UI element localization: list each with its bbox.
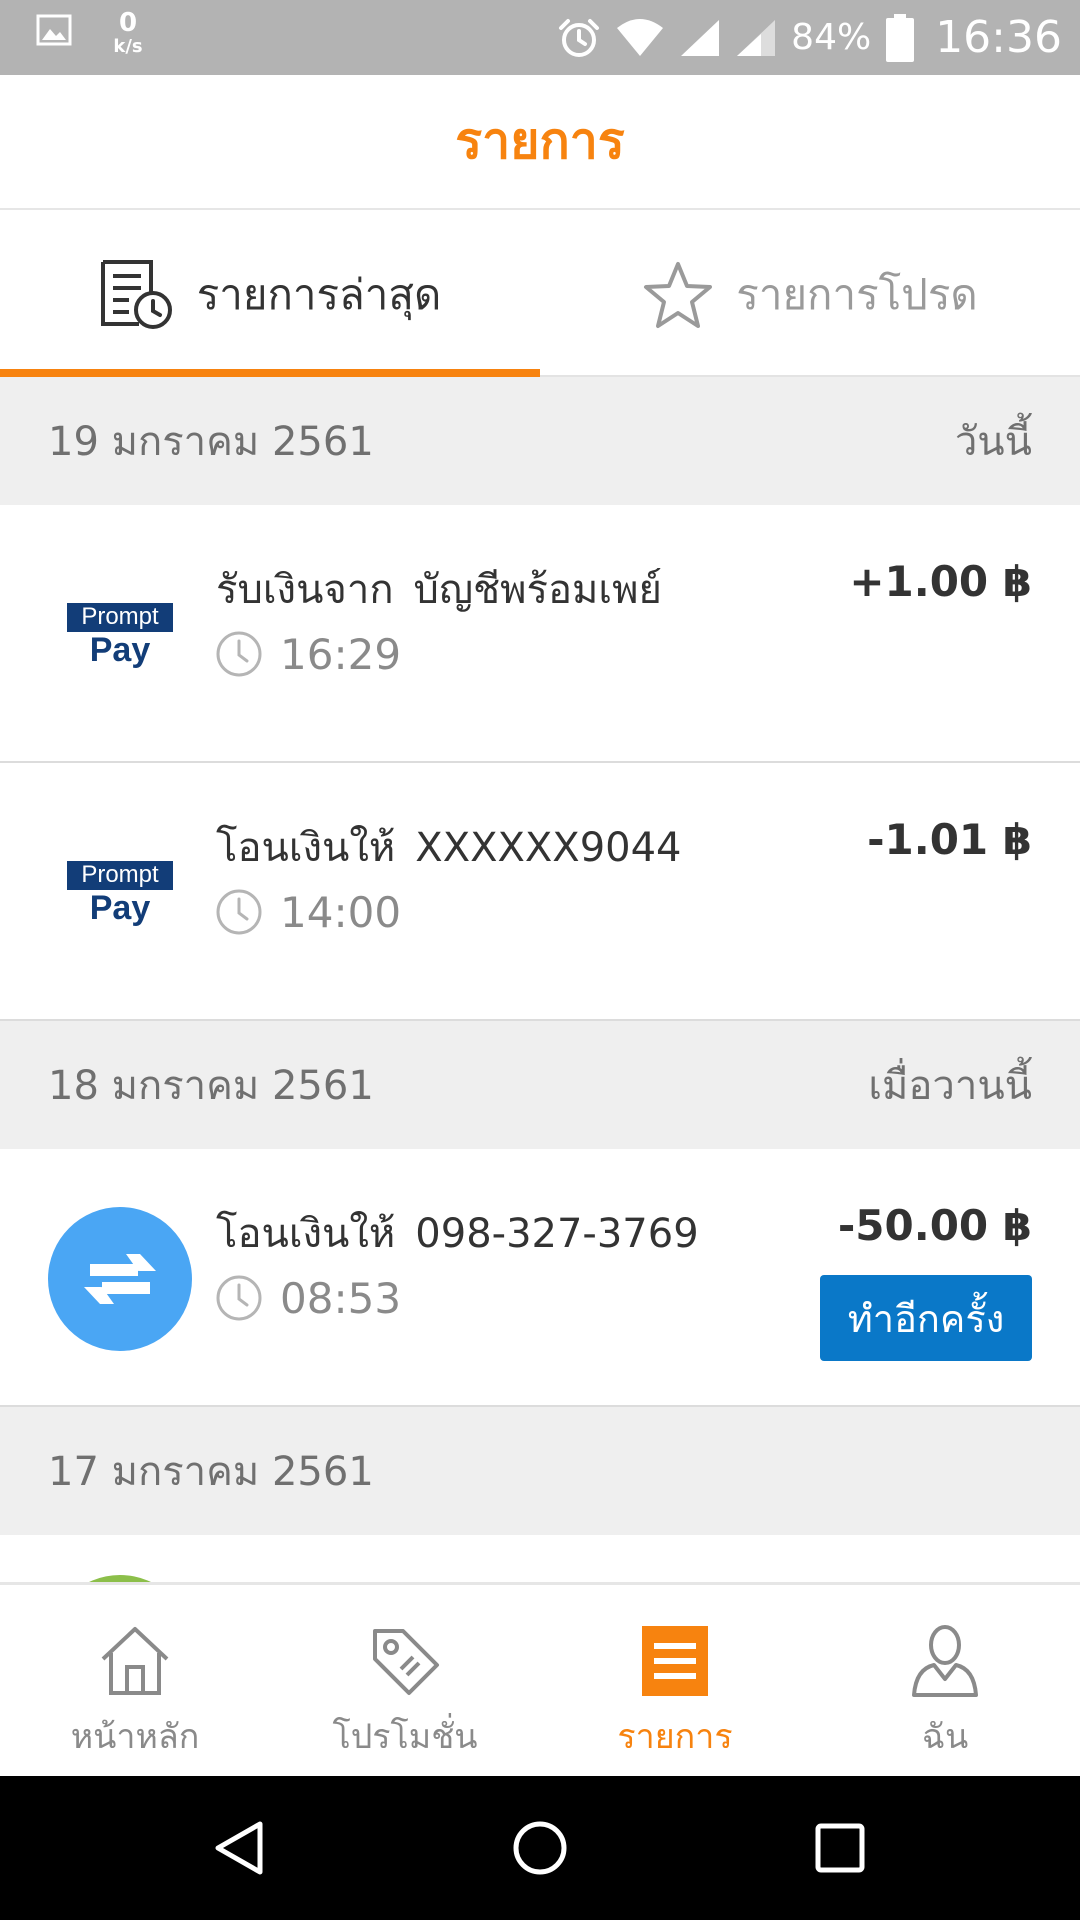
wifi-icon bbox=[617, 18, 664, 56]
transaction-logo-partial bbox=[48, 1575, 192, 1582]
transaction-action: รับเงินจาก bbox=[216, 567, 394, 613]
signal-icon-2 bbox=[737, 19, 776, 56]
transaction-row[interactable]: Prompt Pay โอนเงินให้ XXXXXX9044 14:00 -1… bbox=[0, 763, 1080, 1021]
nav-promotions-label: โปรโมชั่น bbox=[332, 1717, 478, 1757]
transfer-icon bbox=[84, 1254, 156, 1304]
nav-me-label: ฉัน bbox=[921, 1717, 969, 1757]
tab-favorites-label: รายการโปรด bbox=[736, 269, 978, 319]
transaction-amount: +1.00 ฿ bbox=[849, 557, 1032, 606]
clock-icon bbox=[216, 1275, 262, 1321]
transaction-time-text: 14:00 bbox=[280, 887, 402, 937]
tab-recent[interactable]: รายการล่าสุด bbox=[0, 212, 540, 377]
transaction-amount: -50.00 ฿ bbox=[837, 1201, 1032, 1250]
alarm-icon bbox=[559, 18, 600, 57]
transfer-logo bbox=[48, 1207, 192, 1351]
recents-button[interactable] bbox=[808, 1816, 872, 1880]
transaction-description: รับเงินจาก บัญชีพร้อมเพย์ bbox=[216, 557, 662, 621]
transaction-target: บัญชีพร้อมเพย์ bbox=[413, 567, 662, 613]
clock-icon bbox=[216, 889, 262, 935]
tab-bar: รายการล่าสุด รายการโปรด bbox=[0, 212, 1080, 377]
transaction-time: 16:29 bbox=[214, 629, 401, 679]
transaction-list[interactable]: 19 มกราคม 2561 วันนี้ Prompt Pay รับเงิน… bbox=[0, 377, 1080, 1582]
home-circle-icon bbox=[513, 1821, 567, 1875]
date-header: 18 มกราคม 2561 เมื่อวานนี้ bbox=[0, 1021, 1080, 1149]
promptpay-logo-bottom: Pay bbox=[89, 889, 151, 927]
tab-recent-label: รายการล่าสุด bbox=[196, 269, 442, 319]
signal-icon bbox=[681, 19, 720, 56]
transaction-description: โอนเงินให้ XXXXXX9044 bbox=[216, 815, 682, 879]
repeat-transaction-button[interactable]: ทำอีกครั้ง bbox=[820, 1275, 1032, 1361]
relative-date-label: เมื่อวานนี้ bbox=[868, 1063, 1032, 1109]
recents-square-icon bbox=[815, 1823, 865, 1873]
promptpay-logo: Prompt Pay bbox=[48, 821, 192, 965]
back-button[interactable] bbox=[208, 1816, 272, 1880]
transaction-time-text: 08:53 bbox=[280, 1273, 402, 1323]
transaction-action: โอนเงินให้ bbox=[216, 825, 396, 871]
status-bar: 0 k/s 84% 16:36 bbox=[0, 0, 1080, 75]
net-speed-unit: k/s bbox=[113, 36, 143, 57]
user-icon bbox=[912, 1625, 978, 1697]
promptpay-logo-top: Prompt bbox=[67, 861, 173, 890]
receipt-clock-icon bbox=[100, 259, 172, 329]
transaction-row-partial[interactable] bbox=[0, 1535, 1080, 1582]
transaction-row[interactable]: โอนเงินให้ 098-327-3769 08:53 -50.00 ฿ ทำ… bbox=[0, 1149, 1080, 1407]
page-title: รายการ bbox=[455, 112, 625, 170]
list-icon bbox=[642, 1626, 708, 1696]
battery-percentage: 84% bbox=[791, 17, 872, 58]
date-label: 19 มกราคม 2561 bbox=[48, 419, 374, 465]
nav-transactions-label: รายการ bbox=[617, 1717, 733, 1757]
bottom-navigation: หน้าหลัก โปรโมชั่น รายการ ฉัน bbox=[0, 1582, 1080, 1776]
home-icon bbox=[101, 1627, 169, 1695]
promptpay-logo-bottom: Pay bbox=[89, 631, 151, 669]
transaction-row[interactable]: Prompt Pay รับเงินจาก บัญชีพร้อมเพย์ 16:2… bbox=[0, 505, 1080, 763]
net-speed-value: 0 bbox=[118, 8, 138, 38]
transactions-screen: 0 k/s 84% 16:36 รายการ รายการล่าสุด รายก… bbox=[0, 0, 1080, 1920]
status-time: 16:36 bbox=[935, 12, 1062, 63]
relative-date-label: วันนี้ bbox=[954, 419, 1032, 465]
back-triangle-icon bbox=[215, 1821, 263, 1875]
app-header: รายการ bbox=[0, 75, 1080, 210]
net-speed: 0 k/s bbox=[108, 10, 148, 56]
transaction-target: 098-327-3769 bbox=[415, 1211, 699, 1257]
nav-promotions[interactable]: โปรโมชั่น bbox=[270, 1585, 540, 1779]
transaction-time: 08:53 bbox=[214, 1273, 401, 1323]
home-button[interactable] bbox=[508, 1816, 572, 1880]
date-header: 17 มกราคม 2561 bbox=[0, 1407, 1080, 1535]
tag-icon bbox=[373, 1629, 439, 1695]
system-navigation-bar bbox=[0, 1776, 1080, 1920]
transaction-time-text: 16:29 bbox=[280, 629, 402, 679]
nav-me[interactable]: ฉัน bbox=[810, 1585, 1080, 1779]
nav-transactions[interactable]: รายการ bbox=[540, 1585, 810, 1779]
gallery-notification-icon bbox=[36, 14, 72, 46]
transaction-time: 14:00 bbox=[214, 887, 401, 937]
clock-icon bbox=[216, 631, 262, 677]
transaction-action: โอนเงินให้ bbox=[216, 1211, 396, 1257]
transaction-target: XXXXXX9044 bbox=[415, 825, 682, 871]
date-header: 19 มกราคม 2561 วันนี้ bbox=[0, 377, 1080, 505]
active-tab-indicator bbox=[0, 369, 540, 377]
promptpay-logo: Prompt Pay bbox=[48, 563, 192, 707]
nav-home[interactable]: หน้าหลัก bbox=[0, 1585, 270, 1779]
status-icons: 84% 16:36 bbox=[557, 0, 1062, 75]
nav-home-label: หน้าหลัก bbox=[70, 1717, 200, 1757]
transaction-description: โอนเงินให้ 098-327-3769 bbox=[216, 1201, 699, 1265]
transaction-amount: -1.01 ฿ bbox=[867, 815, 1032, 864]
battery-icon bbox=[886, 13, 915, 62]
date-label: 17 มกราคม 2561 bbox=[48, 1449, 374, 1495]
date-label: 18 มกราคม 2561 bbox=[48, 1063, 374, 1109]
promptpay-logo-top: Prompt bbox=[67, 603, 173, 632]
star-icon bbox=[644, 261, 713, 328]
tab-favorites[interactable]: รายการโปรด bbox=[540, 212, 1080, 377]
